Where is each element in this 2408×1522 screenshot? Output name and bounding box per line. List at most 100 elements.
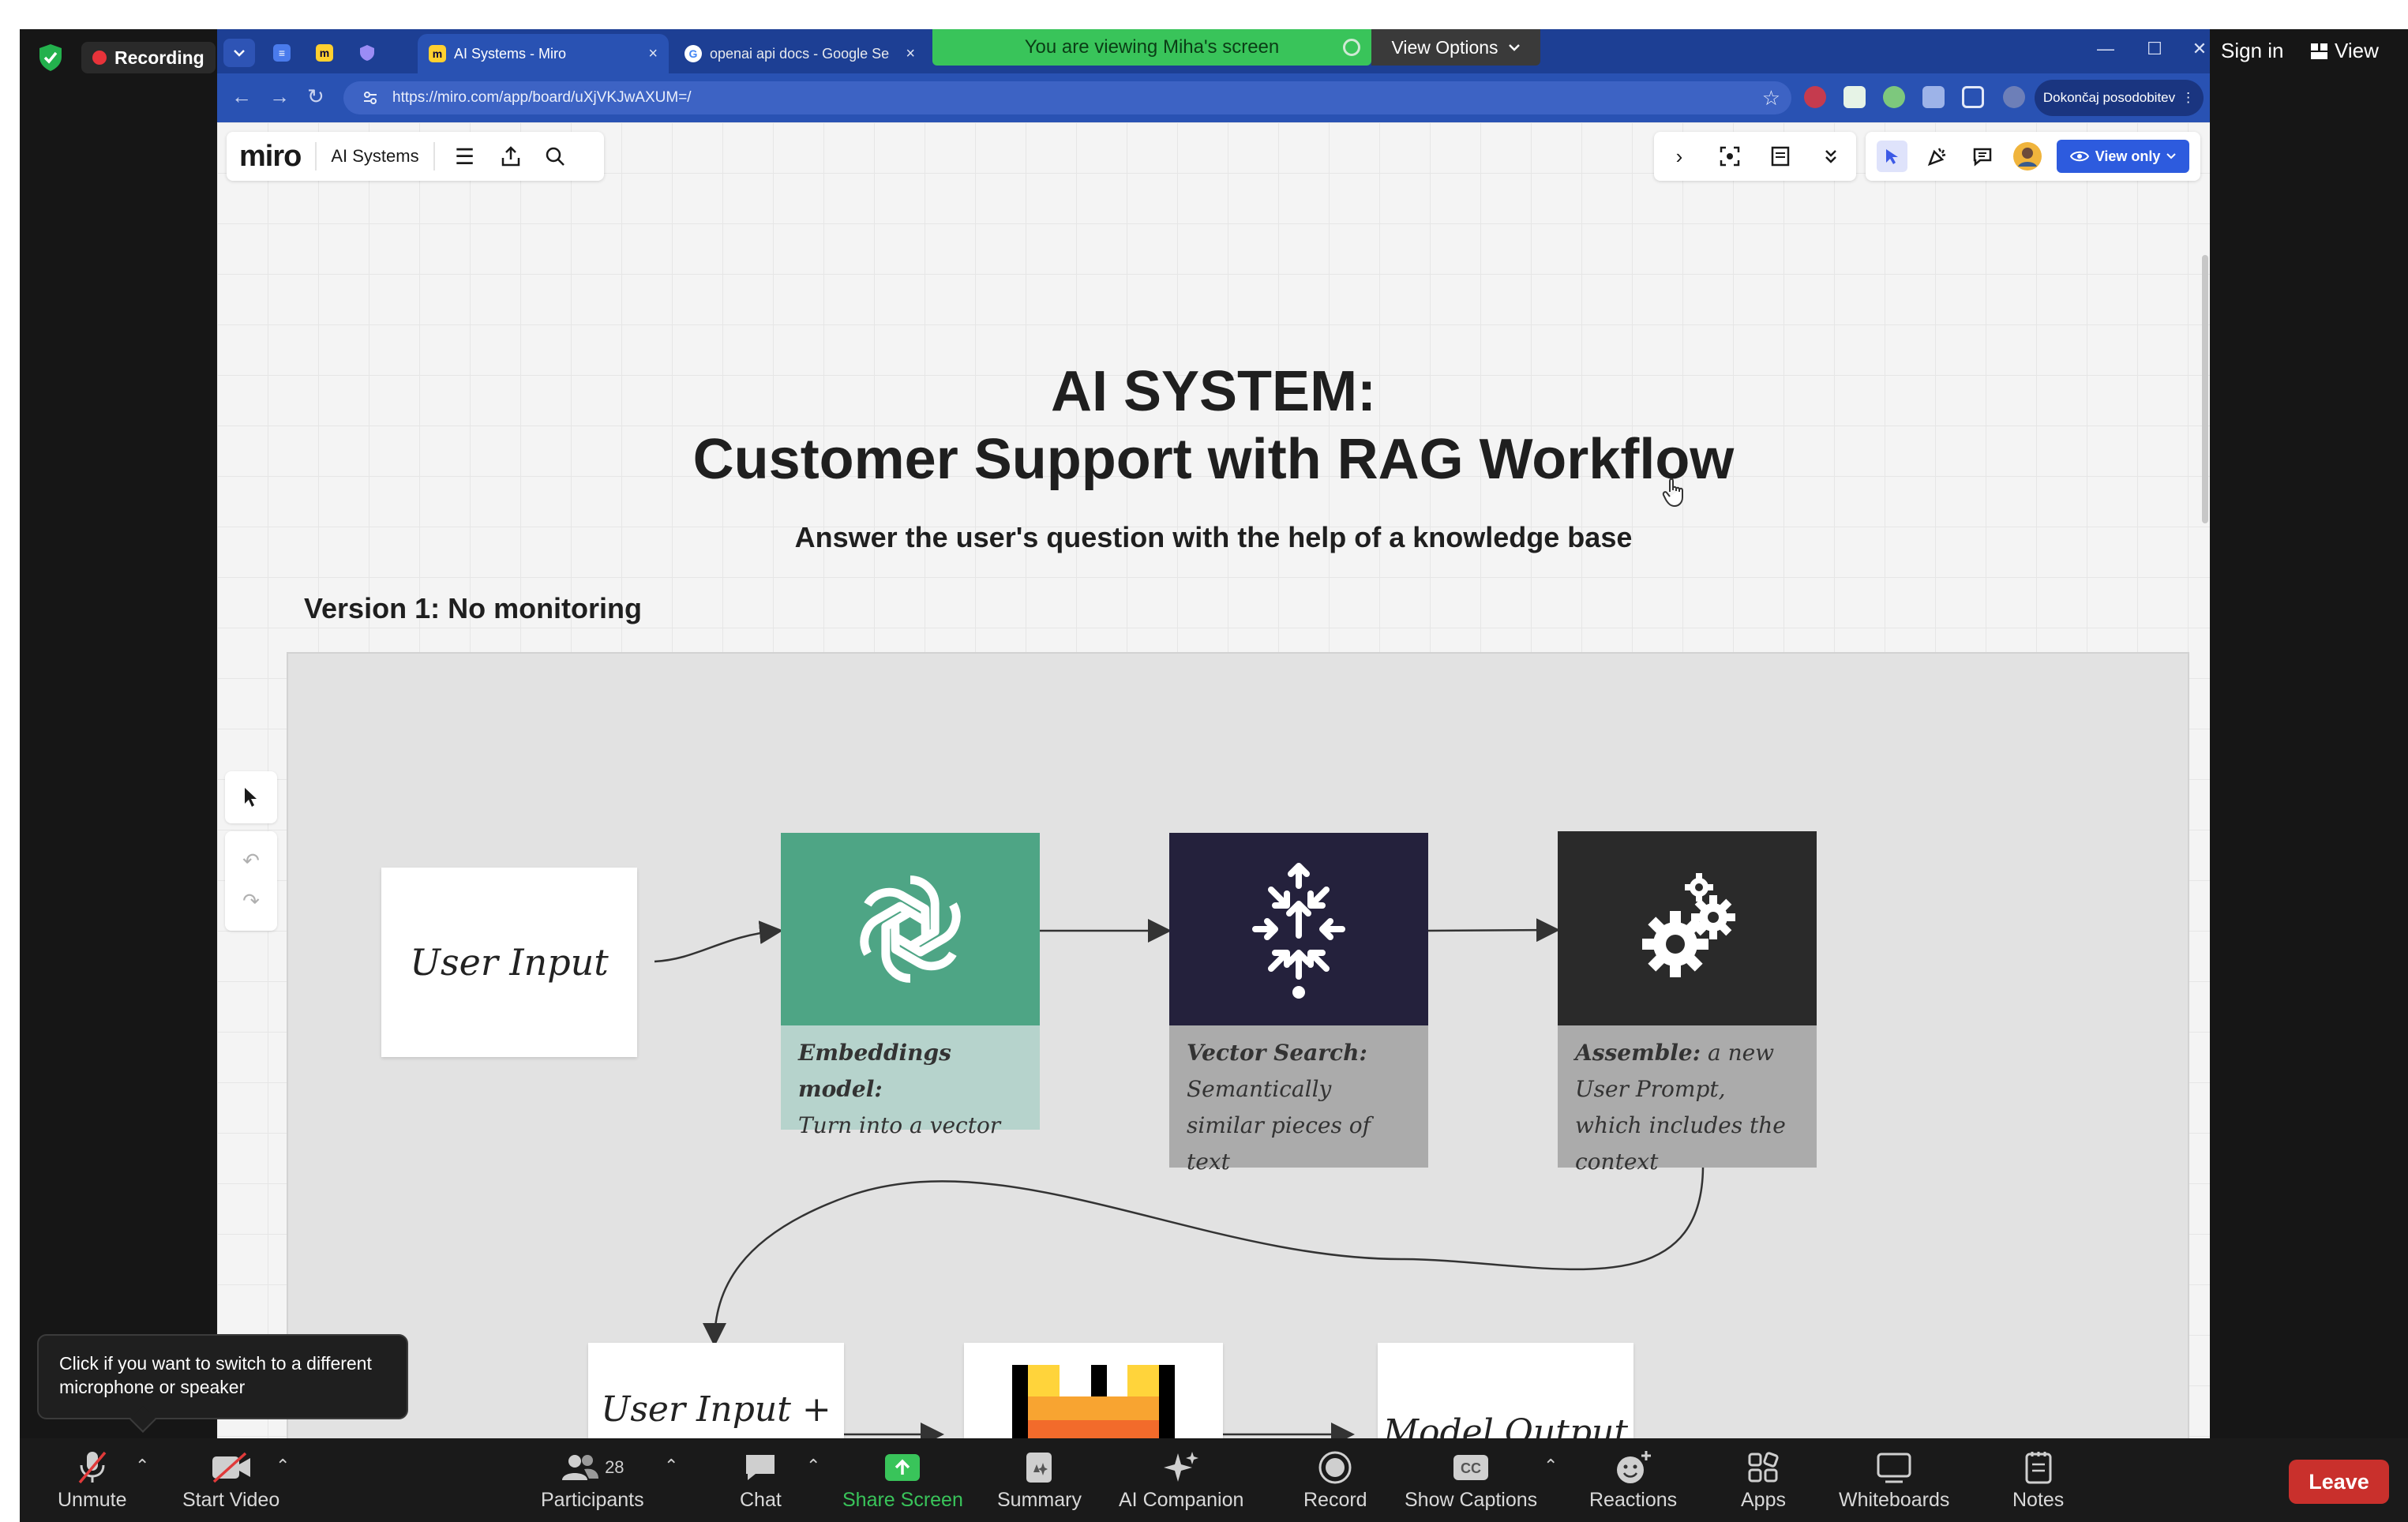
show-captions-button[interactable]: CC Show Captions <box>1405 1446 1537 1512</box>
embeddings-desc: Turn into a vector <box>798 1112 1001 1138</box>
share-screen-label: Share Screen <box>842 1489 963 1511</box>
microphone-muted-icon <box>78 1451 107 1484</box>
url-input[interactable]: https://miro.com/app/board/uXjVKJwAXUM=/… <box>343 81 1791 114</box>
reactions-label: Reactions <box>1589 1489 1678 1511</box>
start-video-label: Start Video <box>182 1489 280 1511</box>
recording-indicator[interactable]: Recording <box>81 42 216 73</box>
vector-title: Vector Search: <box>1187 1040 1367 1066</box>
extension-camera-icon[interactable] <box>1922 86 1945 108</box>
audio-options-caret-icon[interactable]: ⌃ <box>135 1456 149 1476</box>
zoom-meeting-toolbar: Unmute ⌃ Start Video ⌃ 28 Participants ⌃… <box>20 1438 2408 1522</box>
assemble-card[interactable] <box>1558 831 1817 1025</box>
pinned-tab-miro[interactable]: m <box>309 39 340 67</box>
participants-button[interactable]: 28 Participants <box>541 1446 644 1512</box>
viewing-screen-banner: You are viewing Miha's screen <box>932 29 1371 66</box>
close-tab-icon[interactable]: × <box>648 45 658 63</box>
record-button[interactable]: Record <box>1303 1446 1367 1512</box>
summary-label: Summary <box>997 1489 1082 1511</box>
miro-favicon-icon: m <box>429 45 446 62</box>
start-video-button[interactable]: Start Video <box>182 1446 279 1512</box>
participants-count: 28 <box>605 1457 625 1477</box>
reactions-button[interactable]: Reactions <box>1589 1446 1677 1512</box>
viewing-banner-text: You are viewing Miha's screen <box>1024 36 1280 58</box>
notes-button[interactable]: Notes <box>2012 1446 2064 1512</box>
embeddings-card[interactable] <box>781 833 1040 1025</box>
record-icon <box>1318 1451 1352 1484</box>
captions-caret-icon[interactable]: ⌃ <box>1543 1456 1558 1476</box>
tab-search-button[interactable] <box>223 39 255 67</box>
whiteboards-button[interactable]: Whiteboards <box>1839 1446 1949 1512</box>
embeddings-caption: Embeddings model: Turn into a vector <box>781 1025 1040 1138</box>
finish-update-label: Dokončaj posodobitev <box>2042 90 2176 105</box>
miro-favicon-icon: m <box>316 44 333 62</box>
extension-green-icon[interactable] <box>1883 86 1905 108</box>
captions-cc-icon: CC <box>1453 1455 1489 1480</box>
forward-arrow-icon[interactable]: → <box>269 84 290 109</box>
pinned-tab-extension[interactable] <box>351 39 383 67</box>
summary-doc-icon <box>1026 1453 1052 1483</box>
video-options-caret-icon[interactable]: ⌃ <box>276 1456 290 1476</box>
extensions-puzzle-icon[interactable] <box>1962 86 1984 108</box>
maximize-icon[interactable]: ☐ <box>2139 39 2170 59</box>
apps-button[interactable]: Apps <box>1741 1446 1786 1512</box>
notes-pad-icon <box>2025 1452 2052 1484</box>
connector-vector-to-assemble <box>1424 918 1560 943</box>
ai-companion-button[interactable]: AI Companion <box>1119 1446 1243 1512</box>
participants-caret-icon[interactable]: ⌃ <box>664 1456 678 1476</box>
shared-screen: ≡ m m AI Systems - Miro × G openai api d… <box>217 29 2210 1438</box>
user-input-context-card[interactable]: User Input + Context <box>588 1343 844 1438</box>
shield-heart-icon <box>360 45 374 61</box>
user-input-card[interactable]: User Input <box>381 868 637 1057</box>
model-output-card[interactable]: Model Output <box>1378 1343 1633 1438</box>
mic-tooltip-text: Click if you want to switch to a differe… <box>59 1353 372 1397</box>
more-vert-icon: ⋮ <box>2181 90 2196 105</box>
finish-update-button[interactable]: Dokončaj posodobitev ⋮ <box>2035 80 2204 116</box>
docs-icon: ≡ <box>273 44 291 62</box>
reload-icon[interactable]: ↻ <box>307 84 324 109</box>
view-options-button[interactable]: View Options <box>1371 29 1540 66</box>
zoom-meeting-window: Recording Sign in View ≡ m m AI Systems … <box>20 29 2408 1522</box>
chat-button[interactable]: Chat <box>740 1446 782 1512</box>
view-grid-icon <box>2311 43 2327 59</box>
close-tab-icon[interactable]: × <box>906 45 915 63</box>
unmute-button[interactable]: Unmute <box>58 1446 127 1512</box>
tab-ai-systems-miro[interactable]: m AI Systems - Miro × <box>418 34 669 73</box>
site-settings-icon <box>364 92 377 104</box>
bookmark-star-icon[interactable]: ☆ <box>1762 86 1780 111</box>
apps-grid-icon <box>1748 1452 1780 1483</box>
extension-red-icon[interactable] <box>1804 86 1826 108</box>
show-captions-label: Show Captions <box>1405 1489 1538 1511</box>
pinned-tab-docs[interactable]: ≡ <box>266 39 298 67</box>
chat-caret-icon[interactable]: ⌃ <box>806 1456 820 1476</box>
embeddings-title: Embeddings model: <box>798 1040 951 1102</box>
sign-in-link[interactable]: Sign in <box>2221 39 2284 63</box>
url-text: https://miro.com/app/board/uXjVKJwAXUM=/ <box>392 89 692 106</box>
close-window-icon[interactable]: ✕ <box>2189 39 2210 59</box>
minimize-icon[interactable]: — <box>2090 39 2121 59</box>
connector-assemble-to-context <box>703 1167 1705 1347</box>
leave-button[interactable]: Leave <box>2289 1460 2389 1504</box>
security-shield-icon[interactable] <box>37 43 64 73</box>
extension-cloud-icon[interactable] <box>1844 86 1866 108</box>
vector-search-card[interactable] <box>1169 833 1428 1025</box>
video-off-icon <box>212 1452 250 1483</box>
user-input-context-label: User Input + Context <box>601 1389 831 1438</box>
vector-search-caption: Vector Search: Semantically similar piec… <box>1169 1025 1428 1175</box>
mistral-model-card[interactable] <box>964 1343 1223 1438</box>
leave-label: Leave <box>2309 1469 2369 1494</box>
summary-button[interactable]: Summary <box>997 1446 1082 1512</box>
sparkle-icon <box>1164 1452 1199 1482</box>
participants-label: Participants <box>541 1489 644 1511</box>
miro-board-canvas[interactable]: miro AI Systems ☰ › View only AI SYSTEM:… <box>217 122 2210 1438</box>
back-arrow-icon[interactable]: ← <box>231 84 252 109</box>
tab-title: openai api docs - Google Searc <box>710 45 890 62</box>
participants-icon <box>562 1455 599 1480</box>
chevron-down-icon <box>234 50 245 57</box>
profile-avatar-icon[interactable] <box>2003 86 2025 108</box>
tab-google-search[interactable]: G openai api docs - Google Searc × <box>673 34 926 73</box>
workflow-connectors <box>654 918 1705 1438</box>
connector-input-to-embeddings <box>654 920 783 963</box>
record-dot-icon <box>92 51 107 65</box>
share-screen-button[interactable]: Share Screen <box>842 1446 963 1512</box>
view-menu-button[interactable]: View <box>2311 39 2379 63</box>
